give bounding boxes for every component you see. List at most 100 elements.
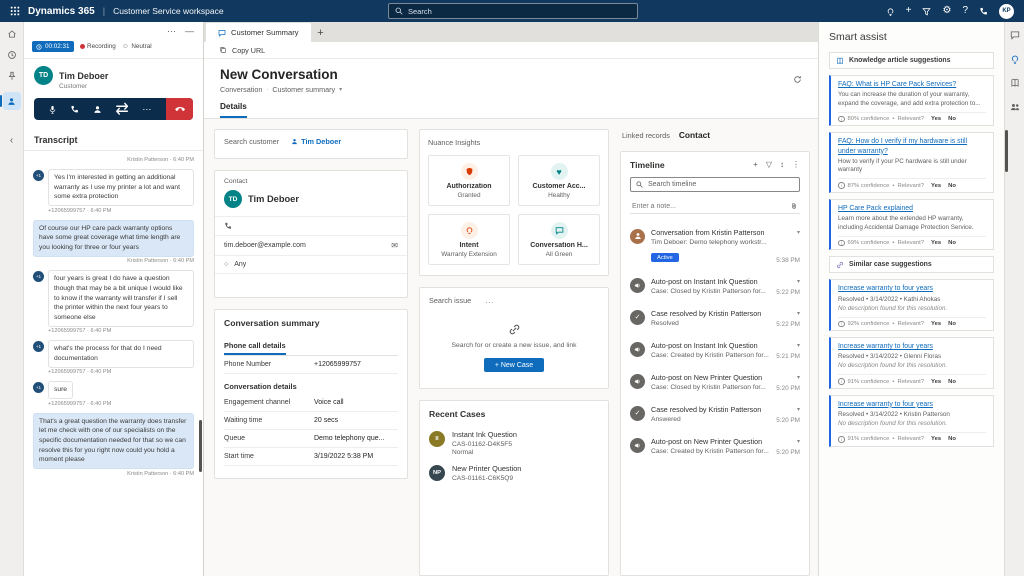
timeline-search-input[interactable]: Search timeline bbox=[630, 177, 800, 192]
home-icon[interactable] bbox=[7, 29, 17, 39]
timeline-more-icon[interactable]: ⋮ bbox=[792, 161, 800, 169]
feedback-chat-icon[interactable] bbox=[1010, 30, 1020, 40]
recording-indicator[interactable]: Recording bbox=[80, 43, 116, 50]
chevron-down-icon[interactable]: ▾ bbox=[797, 439, 800, 445]
mute-mic-icon[interactable] bbox=[48, 105, 57, 114]
consult-person-icon[interactable] bbox=[93, 105, 102, 114]
panel-more-options-icon[interactable]: ⋯ bbox=[167, 27, 176, 36]
help-icon[interactable]: ? bbox=[962, 6, 968, 16]
customer-account-tile[interactable]: ♥ Customer Acc... Healthy bbox=[518, 155, 600, 206]
timeline-entry[interactable]: Auto-post on Instant Ink Question Case: … bbox=[630, 334, 800, 366]
relevant-yes-button[interactable]: Yes bbox=[931, 240, 941, 246]
chevron-down-icon[interactable]: ▾ bbox=[797, 343, 800, 349]
relevant-yes-button[interactable]: Yes bbox=[931, 321, 941, 327]
relevant-no-button[interactable]: No bbox=[948, 116, 956, 122]
timeline-entry[interactable]: Auto-post on Instant Ink Question Case: … bbox=[630, 270, 800, 302]
tab-phone-call-details[interactable]: Phone call details bbox=[224, 335, 398, 356]
app-launcher-icon[interactable] bbox=[10, 6, 20, 16]
transcript-scrollbar[interactable] bbox=[199, 420, 202, 472]
knowledge-search-icon[interactable] bbox=[1010, 78, 1020, 88]
smart-assist-bulb-icon[interactable] bbox=[1010, 54, 1020, 64]
relevant-yes-button[interactable]: Yes bbox=[931, 116, 941, 122]
timeline-entry[interactable]: Conversation from Kristin Patterson Tim … bbox=[630, 221, 800, 270]
copy-url-button[interactable]: Copy URL bbox=[232, 46, 265, 55]
relevant-no-button[interactable]: No bbox=[948, 183, 956, 189]
timeline-list[interactable]: Conversation from Kristin Patterson Tim … bbox=[630, 221, 800, 567]
envelope-icon[interactable]: ✉ bbox=[391, 241, 398, 250]
breadcrumb[interactable]: Conversation · Customer summary ▾ bbox=[220, 85, 802, 94]
case-link[interactable]: Increase warranty to four years bbox=[838, 342, 986, 351]
paperclip-icon[interactable] bbox=[790, 202, 798, 210]
conversation-health-tile[interactable]: Conversation H... All Green bbox=[518, 214, 600, 265]
more-call-options-icon[interactable]: ⋯ bbox=[142, 104, 152, 115]
contact-email[interactable]: tim.deboer@example.com bbox=[224, 242, 306, 249]
case-list-item[interactable]: II Instant Ink Question CAS-01162-D4K5F5… bbox=[429, 426, 599, 460]
pinned-icon[interactable] bbox=[7, 71, 17, 81]
chevron-down-icon[interactable]: ▾ bbox=[797, 375, 800, 381]
new-case-button[interactable]: + New Case bbox=[484, 358, 544, 372]
customer-name[interactable]: Tim Deboer bbox=[59, 71, 108, 81]
timeline-entry[interactable]: ✓ Case resolved by Kristin Patterson Ans… bbox=[630, 398, 800, 430]
refresh-icon[interactable] bbox=[793, 75, 802, 84]
panel-minimize-icon[interactable]: — bbox=[185, 27, 194, 36]
new-tab-button[interactable]: + bbox=[311, 23, 331, 42]
timeline-add-icon[interactable]: + bbox=[753, 161, 758, 169]
chevron-down-icon[interactable]: ▾ bbox=[797, 230, 800, 236]
note-input[interactable]: Enter a note... bbox=[630, 199, 800, 214]
tab-customer-summary[interactable]: Customer Summary bbox=[206, 23, 311, 42]
agent-scripts-icon[interactable] bbox=[1010, 102, 1020, 112]
filter-icon[interactable] bbox=[922, 7, 931, 16]
article-link[interactable]: FAQ: How do I verify if my hardware is s… bbox=[838, 137, 986, 156]
linked-records-value[interactable]: Contact bbox=[679, 130, 710, 140]
relevant-no-button[interactable]: No bbox=[948, 240, 956, 246]
contact-phone-row[interactable] bbox=[215, 216, 407, 235]
hold-call-icon[interactable] bbox=[70, 105, 79, 114]
relevant-no-button[interactable]: No bbox=[948, 379, 956, 385]
chevron-down-icon[interactable]: ▾ bbox=[797, 407, 800, 413]
more-options-icon[interactable]: ... bbox=[485, 296, 494, 305]
collapse-rail-icon[interactable]: ‹ bbox=[10, 135, 13, 146]
panel-scrollbar[interactable] bbox=[1005, 130, 1008, 172]
timeline-entry[interactable]: Auto-post on New Printer Question Case: … bbox=[630, 430, 800, 462]
contact-email-row[interactable]: tim.deboer@example.com ✉ bbox=[215, 235, 407, 255]
case-title[interactable]: New Printer Question bbox=[452, 464, 521, 473]
active-session-tab[interactable] bbox=[3, 92, 21, 110]
timeline-entry[interactable]: ✓ Case resolved by Kristin Patterson Res… bbox=[630, 302, 800, 334]
tab-details[interactable]: Details bbox=[220, 102, 247, 118]
user-avatar[interactable]: KP bbox=[999, 4, 1014, 19]
case-link[interactable]: Increase warranty to four years bbox=[838, 284, 986, 293]
chevron-down-icon[interactable]: ▾ bbox=[797, 279, 800, 285]
global-search-input[interactable]: Search bbox=[388, 3, 638, 19]
intent-tile[interactable]: Intent Warranty Extension bbox=[428, 214, 510, 265]
customer-chip[interactable]: Tim Deboer bbox=[291, 137, 341, 146]
case-link[interactable]: Increase warranty to four years bbox=[838, 400, 986, 409]
relevant-yes-button[interactable]: Yes bbox=[931, 436, 941, 442]
contact-name[interactable]: Tim Deboer bbox=[248, 194, 299, 204]
article-link[interactable]: HP Care Pack explained bbox=[838, 204, 986, 213]
workspace-title[interactable]: Customer Service workspace bbox=[113, 6, 224, 16]
authorization-tile[interactable]: Authorization Granted bbox=[428, 155, 510, 206]
chevron-down-icon[interactable]: ▾ bbox=[797, 311, 800, 317]
phone-icon[interactable] bbox=[979, 7, 988, 16]
conversation-details-subheader: Conversation details bbox=[224, 374, 398, 394]
case-title[interactable]: Instant Ink Question bbox=[452, 430, 517, 439]
transcript-list[interactable]: Kristin Patterson · 6:40 PM +1 Yes I'm i… bbox=[24, 151, 203, 576]
settings-gear-icon[interactable]: ⚙ bbox=[942, 6, 951, 16]
contact-any-row[interactable]: ○ Any bbox=[215, 255, 407, 273]
end-call-button[interactable] bbox=[166, 98, 193, 120]
app-title[interactable]: Dynamics 365 bbox=[28, 6, 95, 17]
timeline-sort-icon[interactable]: ↕ bbox=[780, 161, 784, 169]
case-list-item[interactable]: NP New Printer Question CAS-01161-C6K5Q9 bbox=[429, 460, 599, 486]
relevant-yes-button[interactable]: Yes bbox=[931, 379, 941, 385]
add-icon[interactable]: + bbox=[906, 6, 912, 16]
recent-history-icon[interactable] bbox=[7, 50, 17, 60]
article-link[interactable]: FAQ: What is HP Care Pack Services? bbox=[838, 80, 986, 89]
relevant-yes-button[interactable]: Yes bbox=[931, 183, 941, 189]
transfer-call-icon[interactable]: ⇄ bbox=[115, 99, 128, 119]
relevant-label: Relevant? bbox=[897, 321, 924, 327]
suggestions-bulb-icon[interactable] bbox=[886, 7, 895, 16]
relevant-no-button[interactable]: No bbox=[948, 436, 956, 442]
timeline-entry[interactable]: Auto-post on New Printer Question Case: … bbox=[630, 366, 800, 398]
relevant-no-button[interactable]: No bbox=[948, 321, 956, 327]
timeline-filter-icon[interactable]: ▽ bbox=[766, 161, 772, 169]
